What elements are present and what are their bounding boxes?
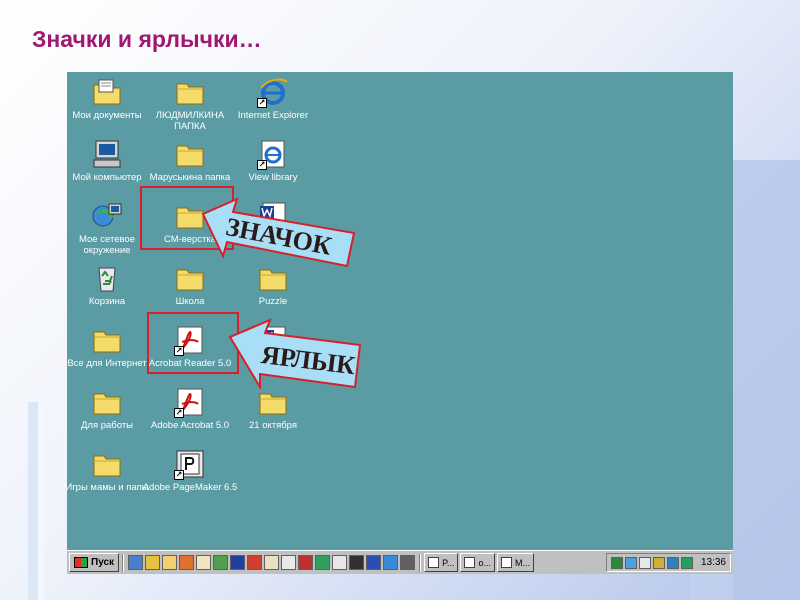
desktop-icon-label: Маруськина папка (149, 172, 231, 183)
desktop-icon-pagemaker[interactable]: ↗ Adobe PageMaker 6.5 (142, 448, 238, 493)
folder-icon (91, 386, 123, 418)
internet-explorer-icon: ↗ (257, 138, 289, 170)
taskbar-separator (122, 553, 125, 572)
shortcut-arrow-icon: ↗ (174, 346, 184, 356)
slide-title: Значки и ярлычки… (32, 26, 262, 52)
taskbar-task-button[interactable]: M... (496, 553, 534, 572)
desktop-icon-label: Adobe Acrobat 5.0 (150, 420, 230, 431)
desktop-icon-view-library[interactable]: ↗ View library (225, 138, 321, 183)
desktop-icon-word-document[interactable]: инфо (225, 200, 321, 245)
desktop-icon-label: Adobe PageMaker 6.5 (142, 482, 238, 493)
network-places-icon (91, 200, 123, 232)
taskbar: Пуск P... o... M... 13:36 (67, 550, 733, 574)
quick-launch-acrobat-icon[interactable] (332, 555, 348, 570)
desktop-icon-folder[interactable]: ЛЮДМИЛКИНА ПАПКА (142, 76, 238, 132)
taskbar-clock[interactable]: 13:36 (701, 557, 726, 568)
windows-logo-icon (74, 557, 88, 568)
desktop-icon-label: Puzzle (258, 296, 288, 307)
quick-launch-bar (127, 555, 416, 570)
quick-launch-opera-icon[interactable] (298, 555, 314, 570)
folder-icon (91, 448, 123, 480)
desktop-icon-label: инфо (261, 234, 285, 245)
word-document-icon (257, 200, 289, 232)
quick-launch-ie-icon[interactable] (383, 555, 399, 570)
task-app-icon (428, 557, 440, 568)
desktop-icon-label: Школа (175, 296, 205, 307)
folder-icon (257, 386, 289, 418)
tray-network-icon[interactable] (610, 556, 623, 569)
quick-launch-tools-icon[interactable] (213, 555, 229, 570)
desktop-icon-folder[interactable]: Школа (142, 262, 238, 307)
recycle-bin-icon (91, 262, 123, 294)
desktop-icon-label: ответ (261, 358, 285, 369)
tray-volume-icon[interactable] (638, 556, 651, 569)
system-tray: 13:36 (605, 553, 731, 572)
quick-launch-pagemaker-icon[interactable] (264, 555, 280, 570)
task-label: M... (514, 557, 530, 568)
task-app-icon (464, 557, 476, 568)
quick-launch-chrome-icon[interactable] (281, 555, 297, 570)
shortcut-arrow-icon: ↗ (174, 408, 184, 418)
quick-launch-save-icon[interactable] (230, 555, 246, 570)
quick-launch-explorer-icon[interactable] (162, 555, 178, 570)
my-documents-icon (91, 76, 123, 108)
desktop-icon-folder[interactable]: Маруськина папка (142, 138, 238, 183)
quick-launch-photo-icon[interactable] (349, 555, 365, 570)
desktop-icon-internet-explorer[interactable]: ↗ Internet Explorer (225, 76, 321, 121)
desktop-icon-label: View library (248, 172, 298, 183)
desktop-icon-label: Internet Explorer (237, 110, 309, 121)
quick-launch-word-icon[interactable] (366, 555, 382, 570)
taskbar-task-button[interactable]: P... (424, 553, 459, 572)
shortcut-arrow-icon: ↗ (174, 470, 184, 480)
my-computer-icon (91, 138, 123, 170)
desktop-icon-folder[interactable]: Puzzle (225, 262, 321, 307)
adobe-acrobat-shortcut-icon: ↗ (174, 386, 206, 418)
desktop-icon-folder[interactable]: 21 октября (225, 386, 321, 431)
tray-monitor-icon[interactable] (666, 556, 679, 569)
folder-icon (257, 262, 289, 294)
folder-icon (174, 262, 206, 294)
quick-launch-folder-icon[interactable] (145, 555, 161, 570)
taskbar-separator (419, 553, 422, 572)
tray-update-icon[interactable] (680, 556, 693, 569)
tray-antivirus-icon[interactable] (624, 556, 637, 569)
folder-icon (174, 200, 206, 232)
desktop-icon-label: Acrobat Reader 5.0 (148, 358, 232, 369)
shortcut-arrow-icon: ↗ (257, 98, 267, 108)
task-label: o... (478, 557, 491, 568)
internet-explorer-icon: ↗ (257, 76, 289, 108)
quick-launch-paint-icon[interactable] (179, 555, 195, 570)
quick-launch-excel-icon[interactable] (315, 555, 331, 570)
quick-launch-media-icon[interactable] (247, 555, 263, 570)
folder-icon (91, 324, 123, 356)
quick-launch-desktop-icon[interactable] (128, 555, 144, 570)
desktop-icon-label: ЛЮДМИЛКИНА ПАПКА (155, 110, 225, 132)
pagemaker-shortcut-icon: ↗ (174, 448, 206, 480)
desktop-icon-label: СМ-верстка (163, 234, 217, 245)
taskbar-task-button[interactable]: o... (460, 553, 495, 572)
folder-icon (174, 76, 206, 108)
tray-language-icon[interactable] (652, 556, 665, 569)
start-button[interactable]: Пуск (69, 553, 120, 572)
folder-icon (174, 138, 206, 170)
desktop-icon-adobe-acrobat[interactable]: ↗ Adobe Acrobat 5.0 (142, 386, 238, 431)
start-button-label: Пуск (91, 557, 115, 568)
desktop-icon-word-document[interactable]: ответ (225, 324, 321, 369)
desktop-icon-folder[interactable]: СМ-верстка (142, 200, 238, 245)
desktop[interactable]: Мои документы Мой компьютер Мое сетевое … (67, 72, 733, 550)
acrobat-reader-shortcut-icon: ↗ (174, 324, 206, 356)
word-document-icon (257, 324, 289, 356)
desktop-icon-label: 21 октября (248, 420, 297, 431)
desktop-icon-acrobat-reader[interactable]: ↗ Acrobat Reader 5.0 (142, 324, 238, 369)
quick-launch-notepad-icon[interactable] (196, 555, 212, 570)
shortcut-arrow-icon: ↗ (257, 160, 267, 170)
task-label: P... (442, 557, 455, 568)
task-app-icon (500, 557, 512, 568)
quick-launch-terminal-icon[interactable] (400, 555, 416, 570)
